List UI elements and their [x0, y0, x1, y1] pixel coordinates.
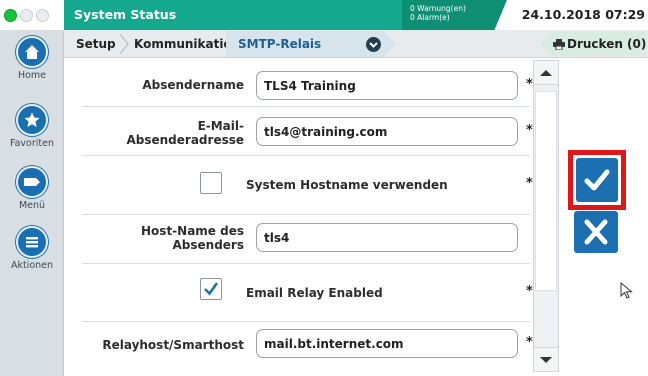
checkmark-icon — [576, 158, 618, 202]
sidebar-item-actions[interactable]: Aktionen — [0, 220, 64, 280]
form-row-sender-email: E-Mail- Absenderadresse tls4@training.co… — [82, 107, 533, 156]
breadcrumb-kommunikation[interactable]: Kommunikation — [134, 37, 240, 51]
chevron-down-icon[interactable] — [366, 37, 381, 52]
required-marker: * — [526, 123, 533, 138]
date-time: 24.10.2018 07:29 — [521, 7, 645, 22]
form-row-use-system-hostname: System Hostname verwenden * — [82, 156, 533, 215]
sender-hostname-label-line2: Absenders — [172, 238, 245, 252]
required-marker: * — [526, 176, 533, 191]
status-light-green — [4, 9, 17, 22]
sender-email-label-line1: E-Mail- — [197, 119, 244, 133]
sender-hostname-label-line1: Host-Name des — [141, 224, 244, 238]
scroll-up-button[interactable] — [534, 61, 558, 85]
scroll-down-button[interactable] — [534, 347, 558, 371]
printer-icon — [553, 39, 565, 50]
star-icon — [16, 104, 48, 136]
sender-hostname-input[interactable]: tls4 — [256, 223, 518, 252]
close-icon — [584, 219, 608, 245]
breadcrumb: Setup Kommunikation SMTP-Relais Drucken … — [64, 30, 648, 58]
smtp-relay-form: Absendername TLS4 Training * E-Mail- Abs… — [64, 58, 533, 376]
breadcrumb-smtp-relais[interactable]: SMTP-Relais — [238, 37, 321, 51]
sidebar-item-menu[interactable]: Menü — [0, 160, 64, 220]
form-row-email-relay-enabled: Email Relay Enabled * — [82, 264, 533, 322]
sender-name-label: Absendername — [142, 78, 244, 92]
system-status-title: System Status — [74, 7, 177, 22]
required-marker: * — [526, 335, 533, 350]
warnings-count: 0 Warnung(en) — [410, 4, 466, 13]
menu-icon — [16, 166, 48, 198]
use-system-hostname-label: System Hostname verwenden — [246, 178, 448, 192]
sidebar-item-label: Favoriten — [10, 138, 54, 149]
relayhost-label: Relayhost/Smarthost — [102, 338, 244, 352]
sidebar-item-label: Menü — [18, 200, 46, 211]
sidebar-item-favorites[interactable]: Favoriten — [0, 98, 64, 158]
email-relay-enabled-label: Email Relay Enabled — [246, 286, 383, 300]
form-row-sender-hostname: Host-Name des Absenders tls4 — [82, 215, 530, 264]
alarms-count: 0 Alarm(e) — [410, 13, 450, 22]
mouse-cursor-icon — [620, 282, 633, 299]
confirm-button[interactable] — [568, 150, 626, 210]
breadcrumb-setup[interactable]: Setup — [76, 37, 116, 51]
form-scrollbar[interactable] — [533, 60, 559, 372]
print-button-label: Drucken (0) — [567, 37, 647, 51]
home-icon — [16, 36, 48, 68]
sender-email-input[interactable]: tls4@training.com — [256, 117, 518, 146]
actions-icon — [16, 226, 48, 258]
triangle-up-icon — [540, 70, 552, 76]
chevron-right-icon — [119, 34, 129, 54]
sender-name-input[interactable]: TLS4 Training — [256, 71, 518, 100]
form-row-relayhost: Relayhost/Smarthost mail.bt.internet.com… — [82, 322, 533, 370]
status-light-off — [36, 9, 49, 22]
triangle-down-icon — [540, 357, 552, 363]
sidebar-item-home[interactable]: Home — [0, 30, 64, 90]
scroll-thumb[interactable] — [535, 91, 557, 291]
use-system-hostname-checkbox[interactable] — [200, 172, 222, 194]
left-sidebar: Home Favoriten Menü Aktionen — [0, 30, 64, 376]
sidebar-item-label: Aktionen — [10, 260, 54, 271]
required-marker: * — [526, 284, 533, 299]
status-lights — [0, 0, 64, 30]
status-light-off — [20, 9, 33, 22]
sidebar-item-label: Home — [17, 70, 47, 81]
form-row-sender-name: Absendername TLS4 Training * — [82, 58, 533, 107]
relayhost-input[interactable]: mail.bt.internet.com — [256, 329, 518, 358]
email-relay-enabled-checkbox[interactable] — [200, 278, 222, 300]
required-marker: * — [526, 77, 533, 92]
top-bar: System Status 0 Warnung(en) 0 Alarm(e) 2… — [0, 0, 648, 30]
sender-email-label-line2: Absenderadresse — [126, 133, 244, 147]
checkmark-icon — [204, 282, 219, 296]
cancel-button[interactable] — [574, 211, 618, 253]
action-panel — [560, 58, 648, 376]
